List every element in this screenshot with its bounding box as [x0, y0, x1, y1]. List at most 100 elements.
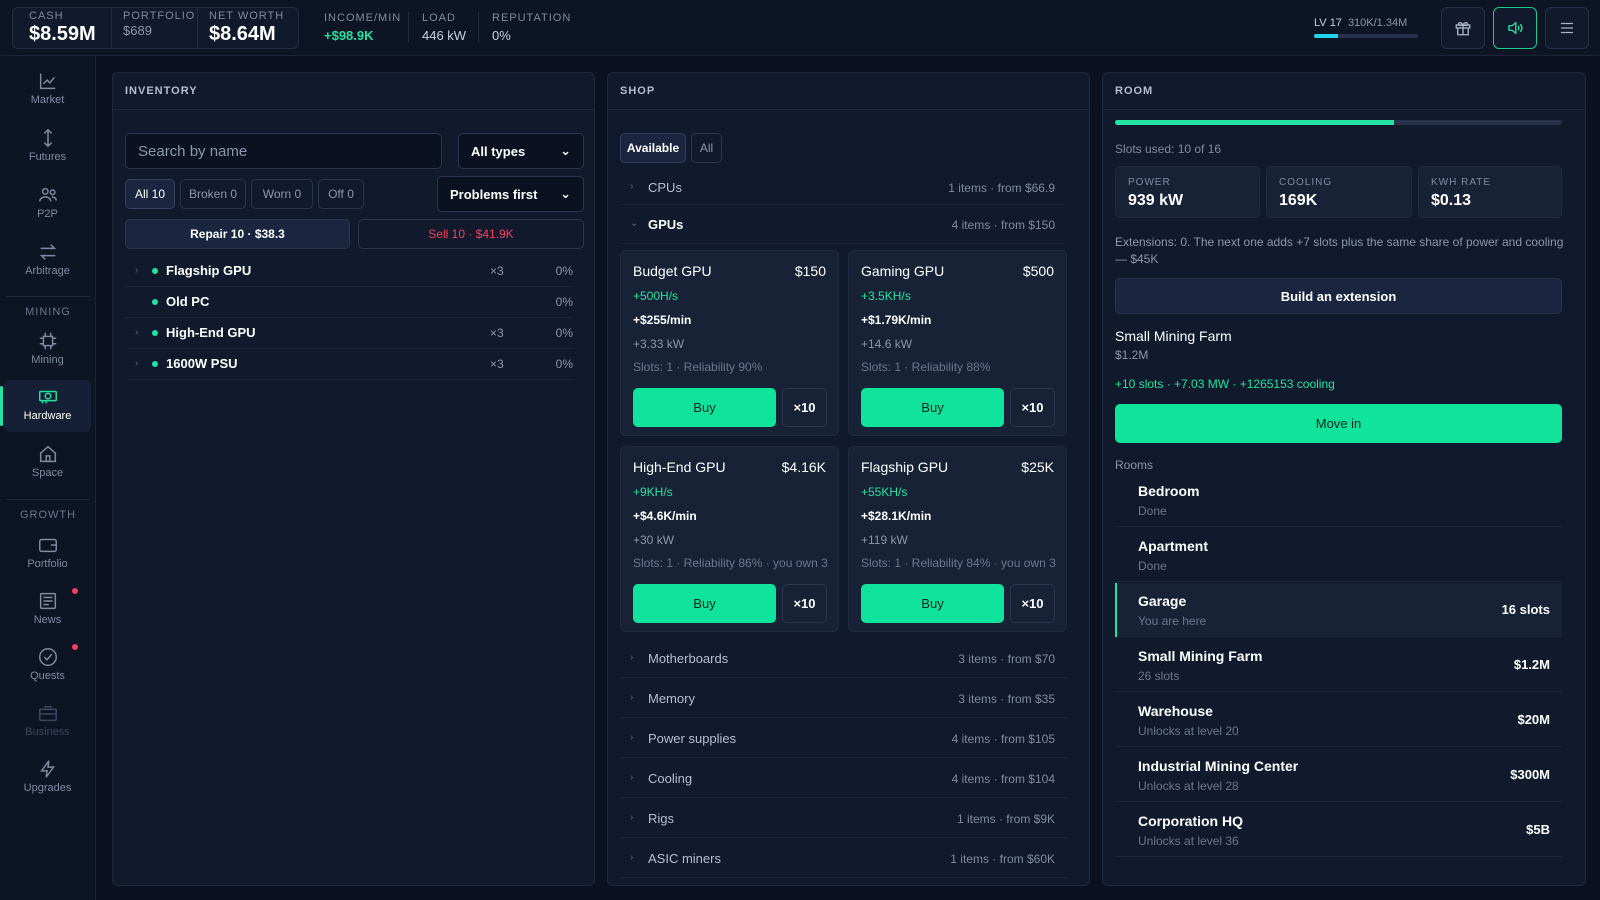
nav-mining[interactable]: Mining [4, 324, 91, 376]
room-row[interactable]: Corporation HQ Unlocks at level 36 $5B [1115, 803, 1562, 857]
next-room-name: Small Mining Farm [1115, 328, 1232, 344]
sound-button[interactable] [1493, 7, 1537, 49]
nav-portfolio[interactable]: Portfolio [4, 528, 91, 580]
room-row[interactable]: Bedroom Done [1115, 473, 1562, 527]
category-cooling[interactable]: › Cooling 4 items · from $104 [620, 759, 1067, 798]
filter-all[interactable]: All 10 [125, 179, 175, 209]
product-card: Gaming GPU $500 +3.5KH/s +$1.79K/min +14… [848, 250, 1067, 436]
chevron-right-icon: › [135, 358, 139, 369]
category-memory[interactable]: › Memory 3 items · from $35 [620, 679, 1067, 718]
check-circle-icon [38, 648, 57, 666]
product-card: High-End GPU $4.16K +9KH/s +$4.6K/min +3… [620, 446, 839, 632]
inventory-title: INVENTORY [125, 85, 198, 97]
category-power-supplies[interactable]: › Power supplies 4 items · from $105 [620, 719, 1067, 758]
repair-all-button[interactable]: Repair 10 · $38.3 [125, 219, 350, 249]
networth-stat: NET WORTH $8.64M [209, 10, 285, 45]
buy-button[interactable]: Buy [861, 388, 1004, 427]
menu-button[interactable] [1545, 7, 1589, 49]
product-card: Flagship GPU $25K +55KH/s +$28.1K/min +1… [848, 446, 1067, 632]
networth-value: $8.64M [209, 23, 276, 45]
chevron-right-icon: › [135, 327, 139, 338]
filter-broken[interactable]: Broken 0 [180, 179, 246, 209]
nav-upgrades[interactable]: Upgrades [4, 752, 91, 804]
chevron-right-icon: › [630, 692, 634, 703]
category-motherboards[interactable]: › Motherboards 3 items · from $70 [620, 639, 1067, 678]
chevron-down-icon: ⌄ [560, 186, 571, 201]
top-bar: CASH $8.59M PORTFOLIO $689 NET WORTH $8.… [0, 0, 1600, 56]
inventory-row[interactable]: › Flagship GPU ×3 0% [125, 256, 573, 287]
nav-arbitrage[interactable]: Arbitrage [4, 235, 91, 287]
room-row[interactable]: Small Mining Farm 26 slots $1.2M [1115, 638, 1562, 692]
status-dot [152, 299, 158, 305]
build-extension-button[interactable]: Build an extension [1115, 278, 1562, 314]
chevron-right-icon: › [630, 812, 634, 823]
extension-info: Extensions: 0. The next one adds +7 slot… [1115, 235, 1564, 266]
buy-button[interactable]: Buy [861, 584, 1004, 623]
gift-icon [1455, 21, 1471, 36]
chip-icon [39, 332, 56, 350]
swap-icon [39, 244, 56, 260]
status-dot [152, 268, 158, 274]
inventory-row[interactable]: › High-End GPU ×3 0% [125, 318, 573, 349]
briefcase-icon [38, 705, 57, 722]
room-row[interactable]: Warehouse Unlocks at level 20 $20M [1115, 693, 1562, 747]
gift-button[interactable] [1441, 7, 1485, 49]
nav-futures[interactable]: Futures [4, 121, 91, 173]
sidebar: Market Futures P2P Arbitrage MINING Mini… [0, 56, 96, 900]
category-asic-miners[interactable]: › ASIC miners 1 items · from $60K [620, 839, 1067, 878]
filter-worn[interactable]: Worn 0 [251, 179, 313, 209]
sell-all-button[interactable]: Sell 10 · $41.9K [358, 219, 584, 249]
chart-line-icon [39, 73, 55, 90]
buy-button[interactable]: Buy [633, 388, 776, 427]
category-cpus[interactable]: › CPUs 1 items · from $66.9 [620, 171, 1067, 205]
sort-select[interactable]: Problems first ⌄ [437, 176, 584, 212]
power-stat: POWER 939 kW [1115, 166, 1260, 218]
buy-x10-button[interactable]: ×10 [1010, 388, 1055, 427]
status-dot [152, 330, 158, 336]
next-room-price: $1.2M [1115, 348, 1149, 362]
chevron-right-icon: › [135, 265, 139, 276]
buy-x10-button[interactable]: ×10 [1010, 584, 1055, 623]
nav-news[interactable]: News [4, 584, 91, 636]
slots-progress [1115, 120, 1562, 125]
room-row-current[interactable]: Garage You are here 16 slots [1115, 583, 1562, 637]
shop-panel: SHOP Available All › CPUs 1 items · from… [607, 72, 1090, 886]
tab-available[interactable]: Available [620, 133, 686, 163]
category-rigs[interactable]: › Rigs 1 items · from $9K [620, 799, 1067, 838]
slots-used-text: Slots used: 10 of 16 [1115, 142, 1222, 156]
buy-x10-button[interactable]: ×10 [782, 584, 827, 623]
move-in-button[interactable]: Move in [1115, 404, 1562, 443]
inventory-row[interactable]: › 1600W PSU ×3 0% [125, 349, 573, 380]
rooms-label: Rooms [1115, 458, 1154, 472]
speaker-icon [1508, 21, 1523, 35]
nav-space[interactable]: Space [4, 437, 91, 489]
lightning-icon [39, 760, 55, 778]
tab-all[interactable]: All [691, 133, 722, 163]
nav-business[interactable]: Business [4, 696, 91, 748]
nav-hardware[interactable]: Hardware [0, 380, 91, 432]
filter-off[interactable]: Off 0 [318, 179, 364, 209]
type-select[interactable]: All types ⌄ [458, 133, 584, 169]
room-row[interactable]: Apartment Done [1115, 528, 1562, 582]
portfolio-value: $689 [123, 23, 152, 38]
chevron-right-icon: › [630, 652, 634, 663]
inventory-search-input[interactable] [125, 133, 442, 169]
chevron-right-icon: › [630, 852, 634, 863]
room-row[interactable]: Industrial Mining Center Unlocks at leve… [1115, 748, 1562, 802]
income-kpi: INCOME/MIN +$98.9K [324, 12, 402, 43]
room-panel: ROOM Slots used: 10 of 16 POWER 939 kW C… [1102, 72, 1586, 886]
nav-quests[interactable]: Quests [4, 640, 91, 692]
buy-button[interactable]: Buy [633, 584, 776, 623]
room-title: ROOM [1115, 85, 1154, 97]
product-card: Budget GPU $150 +500H/s +$255/min +3.33 … [620, 250, 839, 436]
menu-icon [1561, 22, 1573, 34]
nav-p2p[interactable]: P2P [4, 178, 91, 230]
level-progress-fill [1314, 34, 1338, 38]
category-gpus[interactable]: ⌄ GPUs 4 items · from $150 [620, 205, 1067, 244]
nav-market[interactable]: Market [4, 64, 91, 116]
chevron-down-icon: ⌄ [560, 143, 571, 158]
inventory-panel: INVENTORY All types ⌄ All 10 Broken 0 Wo… [112, 72, 595, 886]
inventory-row[interactable]: Old PC 0% [125, 287, 573, 318]
buy-x10-button[interactable]: ×10 [782, 388, 827, 427]
level-indicator: LV 17 310K/1.34M [1314, 17, 1418, 38]
